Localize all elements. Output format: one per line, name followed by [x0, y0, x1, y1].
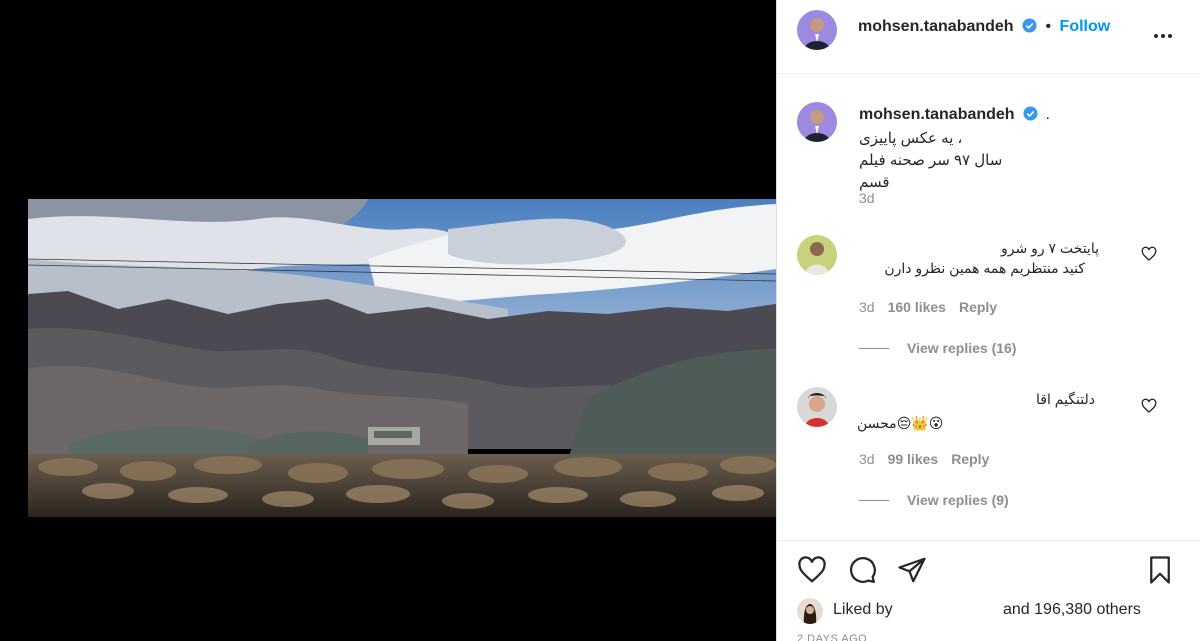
comment-icon: [850, 557, 876, 583]
view-replies-button[interactable]: View replies (9): [859, 492, 1009, 508]
liked-by-label: Liked by: [833, 601, 893, 618]
landscape-photo: [28, 199, 776, 517]
commenter-avatar[interactable]: [797, 387, 837, 427]
save-button[interactable]: [1145, 555, 1175, 585]
separator-dot: •: [1045, 18, 1052, 35]
caption-line: ، یه عکس پاییزی: [859, 130, 963, 147]
follow-button[interactable]: Follow: [1060, 18, 1111, 35]
comment-timestamp[interactable]: 3d: [859, 299, 875, 315]
caption-line: سال ۹۷ سر صحنه فیلم قسم: [859, 152, 1003, 191]
reply-button[interactable]: Reply: [959, 299, 997, 315]
media-pane: [0, 0, 776, 641]
author-avatar[interactable]: [797, 10, 837, 50]
post-date[interactable]: 2 DAYS AGO: [797, 633, 867, 641]
liked-by-row: Liked by and 196,380 others: [797, 598, 1187, 624]
divider-dash: [859, 499, 889, 501]
caption-header: mohsen.tanabandeh .: [859, 106, 1050, 124]
caption-username[interactable]: mohsen.tanabandeh: [859, 106, 1015, 123]
bookmark-icon: [1150, 556, 1170, 584]
post-header: mohsen.tanabandeh • Follow: [777, 0, 1200, 74]
comment-text: دلتنگیم اقا محسن😔👑😮: [857, 389, 1097, 433]
view-replies-label: View replies (9): [907, 492, 1009, 508]
action-bar: [777, 540, 1200, 600]
post-photo[interactable]: [28, 199, 776, 517]
more-options-icon[interactable]: [1151, 24, 1175, 48]
liker-avatar[interactable]: [797, 598, 823, 624]
comment-line: دلتنگیم اقا: [1036, 391, 1095, 407]
commenter-avatar[interactable]: [797, 235, 837, 275]
comment-line: پایتخت ۷ رو شرو: [1000, 240, 1099, 256]
reply-button[interactable]: Reply: [951, 451, 989, 467]
caption-trailing-dot: .: [1045, 106, 1050, 123]
verified-badge-icon: [1023, 106, 1038, 121]
comment-meta: 3d 160 likes Reply: [859, 299, 997, 315]
liked-others[interactable]: and 196,380 others: [1003, 601, 1141, 619]
comment-likes-count[interactable]: 99 likes: [888, 451, 939, 467]
author-username[interactable]: mohsen.tanabandeh: [858, 18, 1014, 35]
caption-timestamp[interactable]: 3d: [859, 190, 875, 206]
view-replies-button[interactable]: View replies (16): [859, 340, 1016, 356]
liked-others-count: 196,380 others: [1034, 601, 1141, 618]
like-button[interactable]: [797, 555, 827, 585]
comment-like-heart-icon[interactable]: [1141, 246, 1157, 262]
share-icon: [898, 557, 926, 583]
comment-text: پایتخت ۷ رو شرو کنید منتظریم همه همین نظ…: [857, 238, 1099, 278]
comment-button[interactable]: [847, 555, 877, 585]
share-button[interactable]: [897, 555, 927, 585]
comment-timestamp[interactable]: 3d: [859, 451, 875, 467]
verified-badge-icon: [1022, 18, 1037, 33]
comment-meta: 3d 99 likes Reply: [859, 451, 989, 467]
comment-like-heart-icon[interactable]: [1141, 398, 1157, 414]
view-replies-label: View replies (16): [907, 340, 1017, 356]
liked-others-prefix: and: [1003, 601, 1030, 618]
comment-line: محسن😔👑😮: [857, 415, 944, 431]
comment-line: کنید منتظریم همه همین نظرو دارن: [884, 260, 1085, 276]
heart-icon: [798, 556, 826, 583]
post-side-panel: mohsen.tanabandeh • Follow mohsen.tanaba…: [776, 0, 1200, 641]
caption-text: ، یه عکس پاییزی سال ۹۷ سر صحنه فیلم قسم: [859, 128, 1024, 194]
divider-dash: [859, 347, 889, 349]
comment-likes-count[interactable]: 160 likes: [888, 299, 946, 315]
caption-author-avatar[interactable]: [797, 102, 837, 142]
